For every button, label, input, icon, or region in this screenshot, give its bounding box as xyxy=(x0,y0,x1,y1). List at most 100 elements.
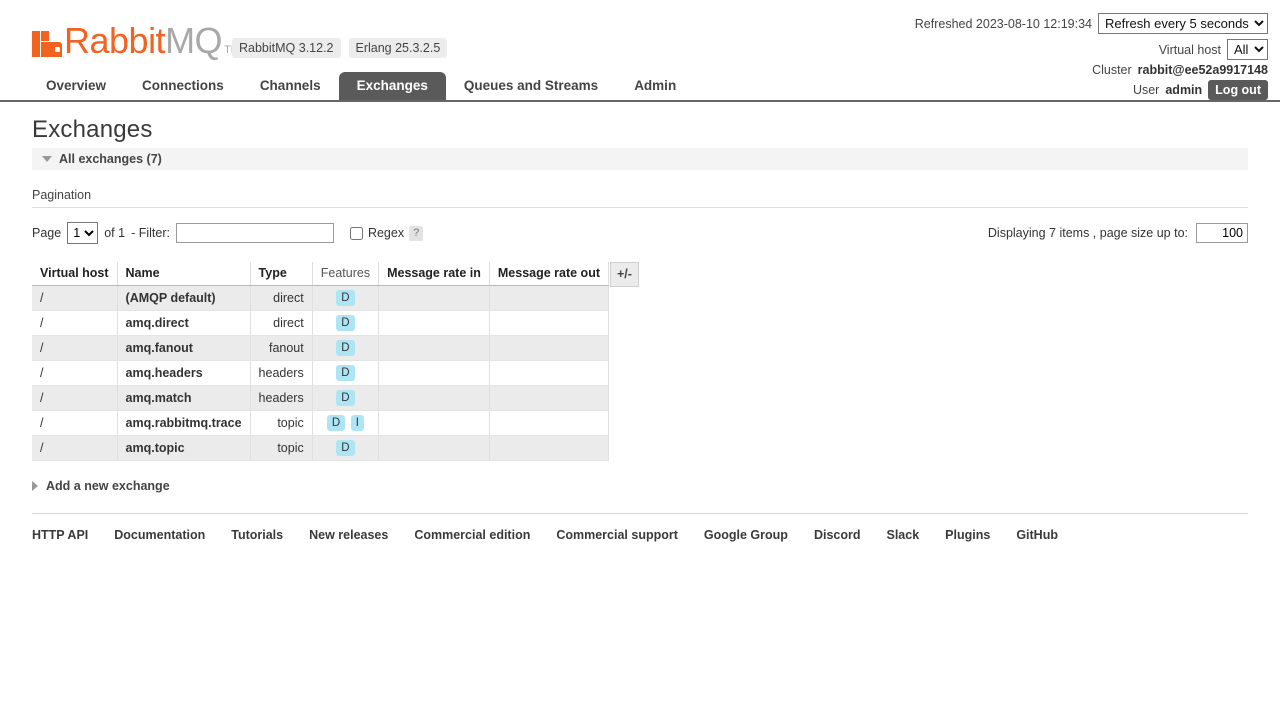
cell-type: direct xyxy=(250,285,313,311)
cell-message-rate-in xyxy=(378,435,490,461)
table-row[interactable]: / amq.direct direct D xyxy=(32,310,610,336)
table-row[interactable]: / amq.topic topic D xyxy=(32,435,610,461)
tab-exchanges[interactable]: Exchanges xyxy=(338,72,446,100)
cell-message-rate-in xyxy=(378,410,490,436)
add-exchange-section-header[interactable]: Add a new exchange xyxy=(32,479,1248,493)
cell-features: D xyxy=(312,310,380,336)
vhost-row: Virtual host All xyxy=(915,39,1268,60)
column-header-name[interactable]: Name xyxy=(117,262,251,286)
feature-badge-durable: D xyxy=(336,365,355,381)
column-header-type[interactable]: Type xyxy=(250,262,313,286)
pagination-controls: Page 1 of 1 - Filter: Regex ? Displaying… xyxy=(32,222,1248,244)
cell-type: headers xyxy=(250,385,313,411)
footer-link-documentation[interactable]: Documentation xyxy=(114,528,205,542)
cell-features: D I xyxy=(312,410,380,436)
add-exchange-label: Add a new exchange xyxy=(46,479,170,493)
cell-virtual-host: / xyxy=(32,335,118,361)
all-exchanges-section-header[interactable]: All exchanges (7) xyxy=(32,148,1248,170)
cell-message-rate-out xyxy=(489,435,610,461)
column-header-virtual-host[interactable]: Virtual host xyxy=(32,262,118,286)
footer-link-discord[interactable]: Discord xyxy=(814,528,861,542)
regex-option: Regex ? xyxy=(349,225,424,241)
feature-badge-durable: D xyxy=(336,440,355,456)
footer-link-commercial-edition[interactable]: Commercial edition xyxy=(414,528,530,542)
column-header-message-rate-in[interactable]: Message rate in xyxy=(378,262,490,286)
cell-exchange-name[interactable]: amq.rabbitmq.trace xyxy=(117,410,251,436)
cell-type: fanout xyxy=(250,335,313,361)
cell-message-rate-in xyxy=(378,385,490,411)
chevron-down-icon xyxy=(42,156,52,162)
cell-type: topic xyxy=(250,410,313,436)
cell-exchange-name[interactable]: amq.match xyxy=(117,385,251,411)
table-header-row: Virtual host Name Type Features Message … xyxy=(32,262,610,286)
feature-badge-durable: D xyxy=(336,315,355,331)
footer-link-github[interactable]: GitHub xyxy=(1016,528,1058,542)
rabbitmq-logo[interactable]: Rabbit MQ TM xyxy=(32,20,240,62)
table-row[interactable]: / amq.headers headers D xyxy=(32,360,610,386)
tab-queues-and-streams[interactable]: Queues and Streams xyxy=(446,72,616,100)
column-header-features[interactable]: Features xyxy=(312,262,380,286)
cell-exchange-name[interactable]: amq.headers xyxy=(117,360,251,386)
tab-connections[interactable]: Connections xyxy=(124,72,242,100)
feature-badge-durable: D xyxy=(336,390,355,406)
cell-exchange-name[interactable]: (AMQP default) xyxy=(117,285,251,311)
table-row[interactable]: / amq.match headers D xyxy=(32,385,610,411)
all-exchanges-label: All exchanges (7) xyxy=(59,152,162,166)
refreshed-timestamp: Refreshed 2023-08-10 12:19:34 xyxy=(914,16,1092,31)
feature-badge-internal: I xyxy=(350,415,364,431)
page-number-select[interactable]: 1 xyxy=(67,222,99,244)
logo-text-rabbit: Rabbit xyxy=(64,20,166,61)
footer-link-commercial-support[interactable]: Commercial support xyxy=(556,528,678,542)
regex-help-icon[interactable]: ? xyxy=(409,225,424,241)
exchanges-table-wrapper: Virtual host Name Type Features Message … xyxy=(32,262,1248,461)
cell-message-rate-out xyxy=(489,335,610,361)
toggle-columns-button[interactable]: +/- xyxy=(610,262,639,287)
chevron-right-icon xyxy=(32,481,38,491)
feature-badge-durable: D xyxy=(336,290,355,306)
cell-virtual-host: / xyxy=(32,310,118,336)
footer-link-slack[interactable]: Slack xyxy=(886,528,919,542)
footer-links: HTTP API Documentation Tutorials New rel… xyxy=(32,513,1248,542)
table-row[interactable]: / amq.rabbitmq.trace topic D I xyxy=(32,410,610,436)
cell-virtual-host: / xyxy=(32,285,118,311)
feature-badge-durable: D xyxy=(336,340,355,356)
cell-message-rate-in xyxy=(378,360,490,386)
table-row[interactable]: / amq.fanout fanout D xyxy=(32,335,610,361)
regex-label: Regex xyxy=(367,226,405,240)
page-header: Rabbit MQ TM RabbitMQ 3.12.2 Erlang 25.3… xyxy=(0,0,1280,100)
page-label: Page xyxy=(32,226,62,240)
filter-input[interactable] xyxy=(175,223,334,243)
footer-link-google-group[interactable]: Google Group xyxy=(704,528,788,542)
vhost-select[interactable]: All xyxy=(1227,39,1268,60)
cell-exchange-name[interactable]: amq.fanout xyxy=(117,335,251,361)
footer-link-plugins[interactable]: Plugins xyxy=(945,528,990,542)
regex-checkbox[interactable] xyxy=(349,226,363,240)
tab-channels[interactable]: Channels xyxy=(242,72,339,100)
pagination-right-group: Displaying 7 items , page size up to: xyxy=(988,223,1248,243)
cell-message-rate-in xyxy=(378,335,490,361)
nav-tabs: Overview Connections Channels Exchanges … xyxy=(28,72,1280,100)
footer-link-tutorials[interactable]: Tutorials xyxy=(231,528,283,542)
refresh-interval-select[interactable]: Refresh every 5 seconds xyxy=(1098,13,1268,34)
cell-features: D xyxy=(312,435,380,461)
footer-link-http-api[interactable]: HTTP API xyxy=(32,528,88,542)
cell-exchange-name[interactable]: amq.topic xyxy=(117,435,251,461)
exchanges-table: Virtual host Name Type Features Message … xyxy=(32,262,610,461)
cell-type: headers xyxy=(250,360,313,386)
tab-admin[interactable]: Admin xyxy=(616,72,694,100)
column-header-message-rate-out[interactable]: Message rate out xyxy=(489,262,610,286)
cell-exchange-name[interactable]: amq.direct xyxy=(117,310,251,336)
displaying-items-label: Displaying 7 items , page size up to: xyxy=(987,226,1188,240)
vhost-label: Virtual host xyxy=(1158,42,1221,57)
cell-message-rate-out xyxy=(489,410,610,436)
tab-overview[interactable]: Overview xyxy=(28,72,124,100)
pagination-left-group: Page 1 of 1 - Filter: Regex ? xyxy=(32,222,424,244)
cell-message-rate-out xyxy=(489,360,610,386)
footer-link-new-releases[interactable]: New releases xyxy=(309,528,388,542)
cell-features: D xyxy=(312,385,380,411)
cell-features: D xyxy=(312,285,380,311)
main-navigation: Overview Connections Channels Exchanges … xyxy=(0,72,1280,102)
table-row[interactable]: / (AMQP default) direct D xyxy=(32,285,610,311)
logo-text-mq: MQ xyxy=(165,20,223,61)
page-size-input[interactable] xyxy=(1196,223,1248,243)
